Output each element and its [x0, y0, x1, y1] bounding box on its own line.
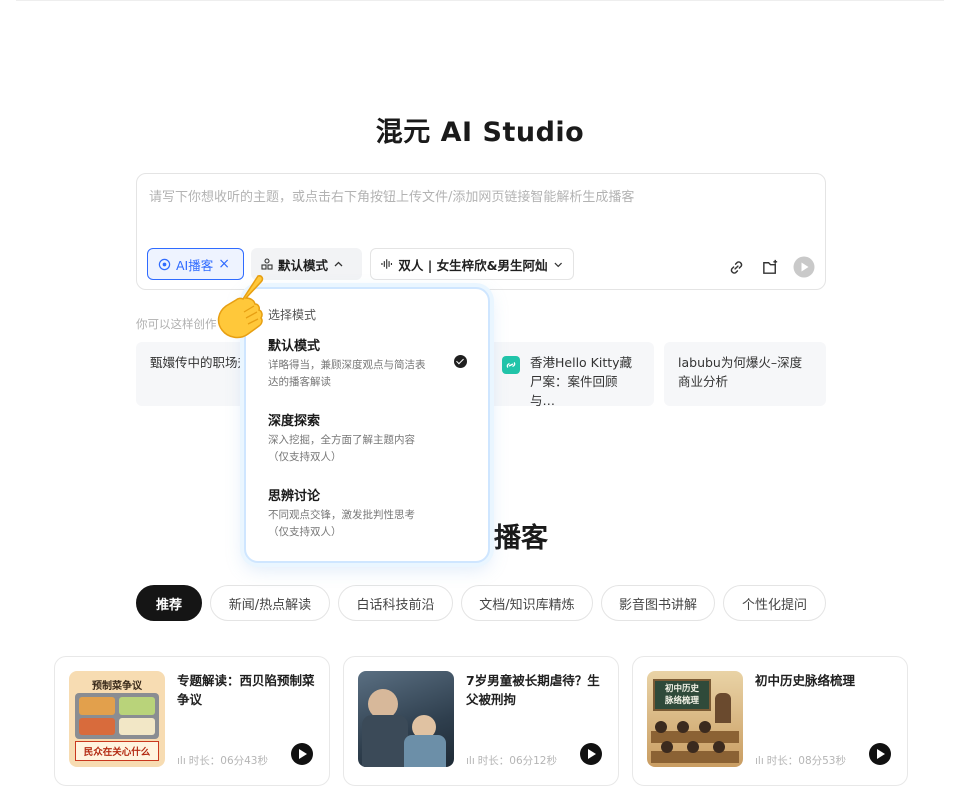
voice-select[interactable]: 双人 | 女生梓欣&男生阿灿 — [370, 248, 574, 280]
podcast-thumbnail: 初中历史 脉络梳理 — [647, 671, 743, 767]
mode-option-deep[interactable]: 深度探索 深入挖掘，全方面了解主题内容（仅支持双人） — [268, 410, 468, 466]
play-button[interactable] — [580, 743, 602, 765]
mode-option-debate[interactable]: 思辨讨论 不同观点交锋，激发批判性思考（仅支持双人） — [268, 485, 468, 541]
mode-option-title: 默认模式 — [268, 339, 321, 354]
ai-podcast-close-icon[interactable]: × — [218, 256, 230, 272]
link-icon[interactable] — [725, 256, 747, 278]
page-title: 混元 AI Studio — [375, 117, 585, 148]
thumb-top-text: 预制菜争议 — [92, 681, 142, 692]
waveform-icon — [381, 259, 393, 269]
sound-bars-icon: ılı — [755, 755, 764, 767]
podcast-duration: ılı 时长：06分12秒 — [466, 755, 557, 767]
chevron-down-icon — [553, 262, 562, 267]
play-button[interactable] — [869, 743, 891, 765]
podcast-card[interactable]: 预制菜争议 民众在关心什么 专题解读：西贝陷预制菜争议 ılı 时长：06分43秒 — [54, 656, 330, 786]
thumb-tray — [75, 693, 159, 739]
tab-tech[interactable]: 白话科技前沿 — [338, 585, 453, 621]
send-button[interactable] — [793, 256, 815, 278]
dropdown-heading: 选择模式 — [268, 308, 317, 322]
play-button[interactable] — [291, 743, 313, 765]
prompt-placeholder[interactable]: 请写下你想收听的主题，或点击右下角按钮上传文件/添加网页链接智能解析生成播客 — [149, 186, 634, 205]
podcast-icon — [158, 258, 171, 270]
tab-recommend[interactable]: 推荐 — [136, 585, 202, 621]
mode-option-desc: 深入挖掘，全方面了解主题内容（仅支持双人） — [268, 434, 415, 463]
podcast-thumbnail: 预制菜争议 民众在关心什么 — [69, 671, 165, 767]
podcast-duration: ılı 时长：06分43秒 — [177, 755, 268, 767]
upload-folder-icon[interactable] — [759, 256, 781, 278]
pointing-hand-icon — [217, 275, 264, 339]
ai-podcast-label: AI播客 — [176, 257, 214, 273]
podcast-card[interactable]: 初中历史 脉络梳理 初中历史脉络梳理 ılı 时长：08分53秒 — [632, 656, 908, 786]
link-badge-icon — [502, 356, 520, 374]
podcast-title: 专题解读：西贝陷预制菜争议 — [177, 673, 315, 707]
tab-personalized[interactable]: 个性化提问 — [723, 585, 826, 621]
section-title: 播客 — [494, 523, 548, 554]
voice-select-label: 双人 | 女生梓欣&男生阿灿 — [398, 257, 548, 273]
suggestion-hint: 你可以这样创作 — [136, 317, 217, 331]
top-divider — [16, 0, 944, 1]
thumb-board-text: 初中历史 — [664, 684, 699, 694]
mode-option-default[interactable]: 默认模式 详略得当，兼顾深度观点与简洁表达的播客解读 — [268, 335, 468, 391]
thumb-board-text: 脉络梳理 — [664, 696, 699, 706]
tab-news[interactable]: 新闻/热点解读 — [210, 585, 330, 621]
mode-option-title: 思辨讨论 — [268, 489, 321, 504]
check-icon — [454, 355, 467, 368]
podcast-card[interactable]: 7岁男童被长期虐待？生父被刑拘 ılı 时长：06分12秒 — [343, 656, 619, 786]
podcast-duration: ılı 时长：08分53秒 — [755, 755, 846, 767]
sound-bars-icon: ılı — [466, 755, 475, 767]
idea-card[interactable]: labubu为何爆火–深度商业分析 — [664, 342, 826, 406]
mode-select-label: 默认模式 — [278, 257, 329, 273]
chevron-up-icon — [334, 261, 343, 266]
idea-card-text: 香港Hello Kitty藏尸案：案件回顾与… — [530, 355, 633, 408]
tab-docs[interactable]: 文档/知识库精炼 — [461, 585, 593, 621]
idea-card-text: labubu为何爆火–深度商业分析 — [678, 355, 803, 389]
thumb-bottom-text: 民众在关心什么 — [75, 741, 159, 761]
idea-card[interactable]: 香港Hello Kitty藏尸案：案件回顾与… — [488, 342, 654, 408]
mode-option-desc: 详略得当，兼顾深度观点与简洁表达的播客解读 — [268, 359, 426, 388]
mode-option-desc: 不同观点交锋，激发批判性思考（仅支持双人） — [268, 509, 415, 538]
sound-bars-icon: ılı — [177, 755, 186, 767]
mode-icon — [261, 258, 273, 270]
podcast-thumbnail — [358, 671, 454, 767]
podcast-title: 7岁男童被长期虐待？生父被刑拘 — [466, 673, 600, 707]
podcast-title: 初中历史脉络梳理 — [755, 673, 856, 688]
mode-option-title: 深度探索 — [268, 414, 321, 429]
mode-dropdown: 选择模式 默认模式 详略得当，兼顾深度观点与简洁表达的播客解读 深度探索 深入挖… — [244, 287, 490, 563]
tab-media[interactable]: 影音图书讲解 — [601, 585, 715, 621]
